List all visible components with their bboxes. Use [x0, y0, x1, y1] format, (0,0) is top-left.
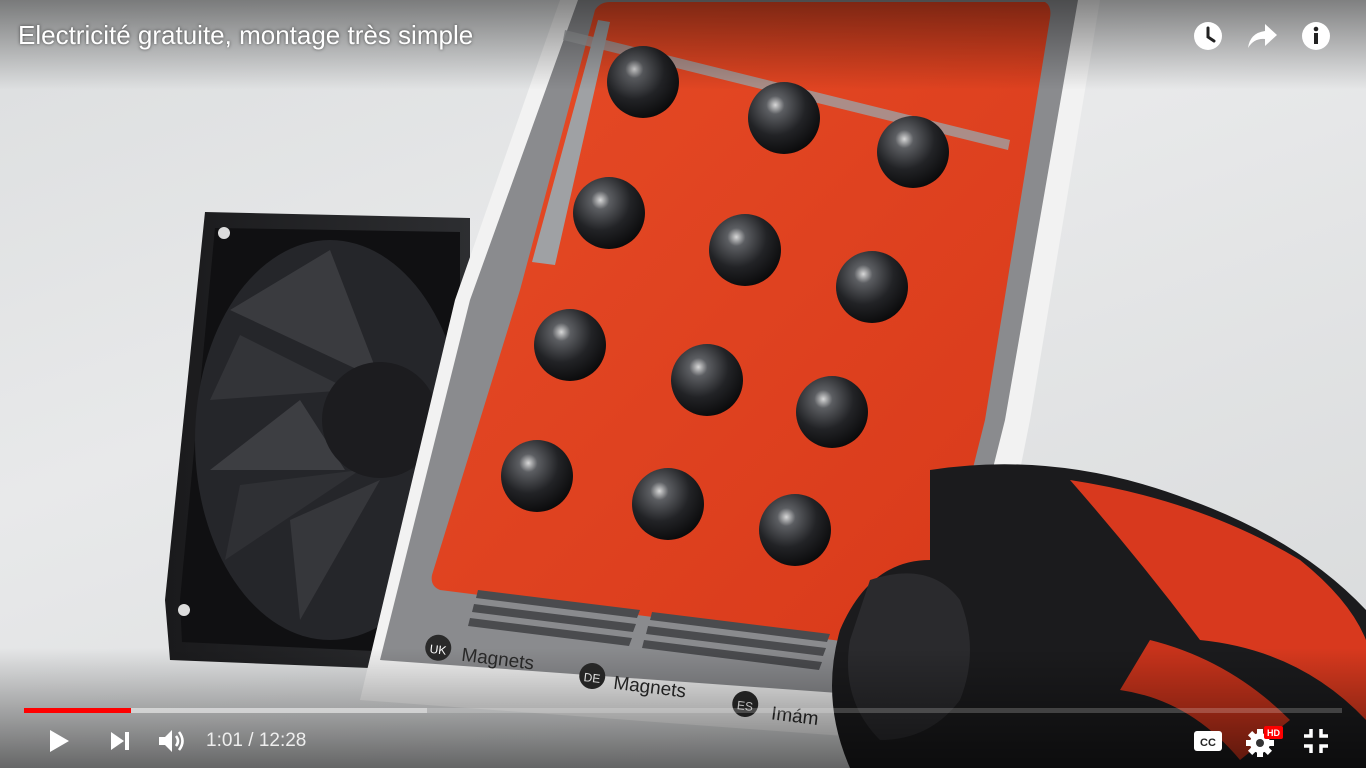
video-still-image: UK Magnets DE Magnets ES Imám — [165, 0, 1366, 768]
video-player[interactable]: UK Magnets DE Magnets ES Imám Electricit… — [0, 0, 1366, 768]
video-frame[interactable]: UK Magnets DE Magnets ES Imám — [0, 0, 1366, 768]
hd-badge: HD — [1267, 728, 1280, 738]
settings-icon: HD — [1246, 726, 1283, 757]
captions-button[interactable]: CC — [1188, 720, 1228, 762]
info-icon[interactable] — [1300, 18, 1332, 54]
current-time: 1:01 — [206, 730, 243, 751]
next-button[interactable] — [102, 720, 138, 762]
play-icon — [50, 730, 69, 752]
progress-played — [24, 708, 131, 713]
duration: 12:28 — [258, 730, 307, 751]
watch-later-icon[interactable] — [1192, 18, 1224, 54]
share-icon[interactable] — [1246, 18, 1278, 54]
video-title[interactable]: Electricité gratuite, montage très simpl… — [18, 19, 473, 51]
next-icon — [111, 732, 129, 750]
top-actions — [1192, 18, 1332, 54]
progress-bar[interactable] — [24, 708, 1342, 713]
volume-button[interactable] — [154, 720, 192, 762]
fullscreen-exit-icon — [1304, 729, 1328, 753]
volume-icon — [159, 730, 184, 752]
label-uk-code: UK — [429, 642, 447, 658]
settings-button[interactable]: HD — [1242, 720, 1286, 762]
time-display: 1:01 / 12:28 — [206, 720, 306, 762]
svg-text:CC: CC — [1200, 737, 1216, 749]
play-button[interactable] — [40, 720, 78, 762]
fullscreen-exit-button[interactable] — [1296, 720, 1336, 762]
captions-icon: CC — [1194, 731, 1222, 751]
label-de-code: DE — [583, 670, 601, 686]
control-bar: 1:01 / 12:28 CC HD — [0, 720, 1366, 762]
time-separator: / — [242, 730, 259, 751]
